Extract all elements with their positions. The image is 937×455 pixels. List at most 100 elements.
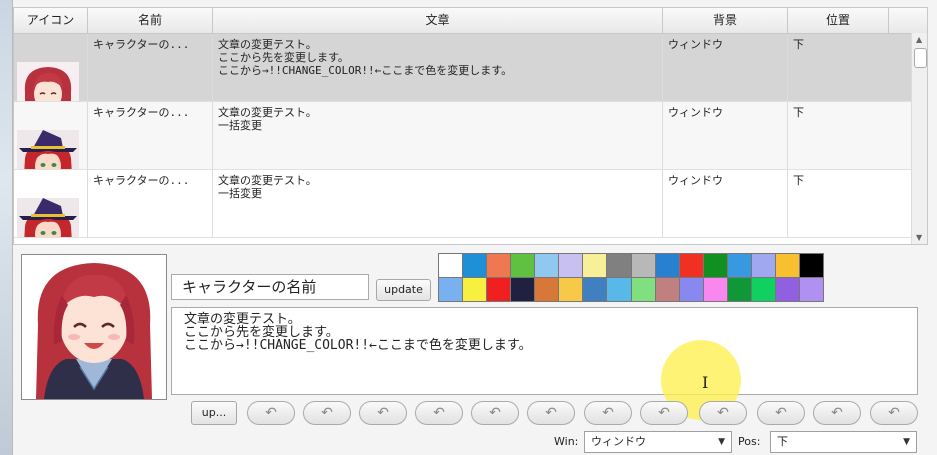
- color-swatch-9[interactable]: [655, 254, 679, 277]
- color-swatch-14[interactable]: [775, 254, 799, 277]
- up-button[interactable]: up...: [191, 401, 237, 425]
- header-filler: [889, 8, 927, 33]
- color-swatch-22[interactable]: [583, 278, 607, 301]
- scrollbar-thumb[interactable]: [914, 48, 927, 68]
- color-swatch-7[interactable]: [607, 254, 631, 277]
- undo-arrow-icon: ↶: [775, 405, 787, 421]
- pos-select[interactable]: 下 ▼: [770, 431, 917, 453]
- color-swatch-20[interactable]: [535, 278, 559, 301]
- header-background[interactable]: 背景: [663, 8, 788, 33]
- undo-arrow-icon: ↶: [545, 405, 557, 421]
- row-name: キャラクターの...: [88, 102, 213, 169]
- table-row[interactable]: キャラクターの... 文章の変更テスト。 一括変更 ウィンドウ 下: [14, 102, 911, 170]
- undo-arrow-icon: ↶: [888, 405, 900, 421]
- header-position[interactable]: 位置: [788, 8, 889, 33]
- color-swatch-15[interactable]: [799, 254, 823, 277]
- row-background: ウィンドウ: [663, 102, 788, 169]
- row-name: キャラクターの...: [88, 170, 213, 237]
- row-text: 文章の変更テスト。 ここから先を変更します。 ここから→!!CHANGE_COL…: [213, 34, 663, 101]
- header-name[interactable]: 名前: [88, 8, 213, 33]
- undo-button-9[interactable]: ↶: [699, 401, 747, 425]
- text-cursor-icon: I: [702, 373, 709, 392]
- undo-button-10[interactable]: ↶: [757, 401, 805, 425]
- scroll-up-arrow-icon[interactable]: ▲: [916, 35, 922, 44]
- background-desktop-strip: [0, 0, 12, 455]
- color-swatch-1[interactable]: [463, 254, 487, 277]
- message-table: アイコン 名前 文章 背景 位置 キャラクターの... 文章の変更テスト。 ここ…: [13, 7, 928, 245]
- color-swatch-10[interactable]: [679, 254, 703, 277]
- undo-button-7[interactable]: ↶: [584, 401, 632, 425]
- color-swatch-18[interactable]: [487, 278, 511, 301]
- color-swatch-11[interactable]: [703, 254, 727, 277]
- row-icon-cell: [14, 170, 88, 237]
- row-position: 下: [793, 174, 804, 187]
- undo-arrow-icon: ↶: [717, 405, 729, 421]
- pos-select-value: 下: [777, 435, 788, 448]
- color-swatch-24[interactable]: [631, 278, 655, 301]
- undo-arrow-icon: ↶: [489, 405, 501, 421]
- color-swatch-26[interactable]: [679, 278, 703, 301]
- message-textarea[interactable]: 文章の変更テスト。 ここから先を変更します。 ここから→!!CHANGE_COL…: [171, 307, 918, 395]
- win-label: Win:: [554, 435, 579, 448]
- color-swatch-6[interactable]: [583, 254, 607, 277]
- color-swatch-3[interactable]: [511, 254, 535, 277]
- row-icon-cell: [14, 34, 88, 101]
- color-swatch-21[interactable]: [559, 278, 583, 301]
- color-swatch-31[interactable]: [799, 278, 823, 301]
- color-swatch-16[interactable]: [439, 278, 463, 301]
- win-select[interactable]: ウィンドウ ▼: [584, 431, 732, 453]
- color-swatch-8[interactable]: [631, 254, 655, 277]
- undo-button-12[interactable]: ↶: [870, 401, 918, 425]
- undo-button-4[interactable]: ↶: [415, 401, 463, 425]
- row-position: 下: [793, 106, 804, 119]
- undo-arrow-icon: ↶: [602, 405, 614, 421]
- win-select-value: ウィンドウ: [591, 435, 646, 448]
- undo-arrow-icon: ↶: [658, 405, 670, 421]
- witch-portrait-icon: [17, 198, 79, 237]
- table-row[interactable]: キャラクターの... 文章の変更テスト。 ここから先を変更します。 ここから→!…: [14, 34, 911, 102]
- color-swatch-2[interactable]: [487, 254, 511, 277]
- table-scrollbar[interactable]: ▲ ▼: [911, 33, 927, 244]
- row-position: 下: [793, 38, 804, 51]
- smiling-girl-portrait-icon: [22, 255, 166, 399]
- undo-arrow-icon: ↶: [321, 405, 333, 421]
- color-swatch-12[interactable]: [727, 254, 751, 277]
- undo-button-2[interactable]: ↶: [303, 401, 351, 425]
- row-background: ウィンドウ: [663, 34, 788, 101]
- undo-arrow-icon: ↶: [265, 405, 277, 421]
- color-swatch-13[interactable]: [751, 254, 775, 277]
- color-swatch-27[interactable]: [703, 278, 727, 301]
- color-palette: [438, 253, 824, 302]
- character-portrait[interactable]: [21, 254, 167, 400]
- chevron-down-icon: ▼: [903, 437, 910, 447]
- color-swatch-5[interactable]: [559, 254, 583, 277]
- row-icon-cell: [14, 102, 88, 169]
- color-swatch-30[interactable]: [775, 278, 799, 301]
- undo-arrow-icon: ↶: [377, 405, 389, 421]
- witch-portrait-icon: [17, 130, 79, 169]
- color-swatch-0[interactable]: [439, 254, 463, 277]
- color-swatch-23[interactable]: [607, 278, 631, 301]
- row-name: キャラクターの...: [88, 34, 213, 101]
- character-name-field[interactable]: キャラクターの名前: [171, 274, 369, 300]
- undo-button-6[interactable]: ↶: [527, 401, 575, 425]
- undo-button-5[interactable]: ↶: [471, 401, 519, 425]
- undo-button-11[interactable]: ↶: [813, 401, 861, 425]
- table-row[interactable]: キャラクターの... 文章の変更テスト。 一括変更 ウィンドウ 下: [14, 170, 911, 238]
- undo-button-8[interactable]: ↶: [640, 401, 688, 425]
- header-text[interactable]: 文章: [213, 8, 663, 33]
- header-icon[interactable]: アイコン: [14, 8, 88, 33]
- scroll-down-arrow-icon[interactable]: ▼: [916, 233, 922, 242]
- message-editor-window: アイコン 名前 文章 背景 位置 キャラクターの... 文章の変更テスト。 ここ…: [12, 0, 937, 455]
- color-swatch-28[interactable]: [727, 278, 751, 301]
- undo-arrow-icon: ↶: [433, 405, 445, 421]
- update-button[interactable]: update: [376, 279, 431, 301]
- color-swatch-17[interactable]: [463, 278, 487, 301]
- undo-button-1[interactable]: ↶: [247, 401, 295, 425]
- color-swatch-4[interactable]: [535, 254, 559, 277]
- row-text: 文章の変更テスト。 一括変更: [213, 102, 663, 169]
- color-swatch-25[interactable]: [655, 278, 679, 301]
- color-swatch-19[interactable]: [511, 278, 535, 301]
- color-swatch-29[interactable]: [751, 278, 775, 301]
- undo-button-3[interactable]: ↶: [359, 401, 407, 425]
